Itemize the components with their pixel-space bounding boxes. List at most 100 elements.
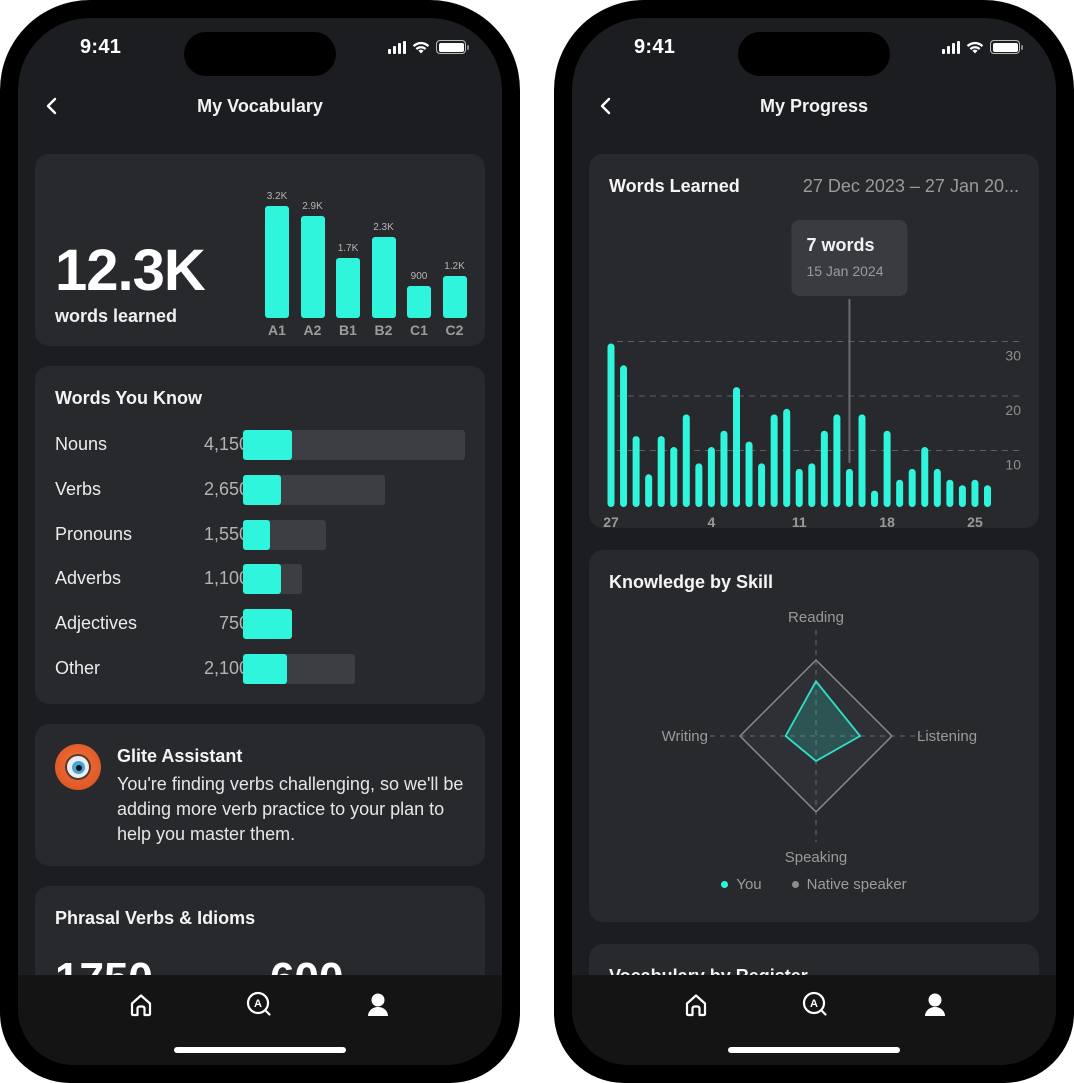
pos-progress-track xyxy=(243,430,465,460)
pos-row-nouns[interactable]: Nouns 4,150 xyxy=(55,430,465,460)
assistant-message: You're finding verbs challenging, so we'… xyxy=(117,774,464,844)
screen: 9:41 My Vocabulary 12.3K words learned 3… xyxy=(18,18,502,1065)
tab-profile[interactable] xyxy=(915,985,955,1025)
wifi-icon xyxy=(412,41,430,53)
pos-progress-fill xyxy=(243,519,270,550)
day-bar-24 xyxy=(958,485,966,507)
nav-bar: My Vocabulary xyxy=(18,88,502,128)
day-bar-15 xyxy=(845,468,853,507)
words-learned-card: 10 20 30 27 4 11 18 25 7 words 15 Jan 2024 Words … xyxy=(589,154,1039,528)
home-indicator[interactable] xyxy=(728,1047,900,1053)
pos-label: Pronouns xyxy=(55,523,133,544)
tab-search[interactable]: A xyxy=(796,985,836,1025)
day-bar-12 xyxy=(808,463,816,507)
pos-label: Other xyxy=(55,658,101,678)
level-bar-value-label: 1.7K xyxy=(337,243,359,254)
legend-dot-icon xyxy=(791,881,799,888)
person-icon xyxy=(925,993,945,1016)
tab-home[interactable] xyxy=(676,985,716,1025)
assistant-avatar-icon xyxy=(55,744,101,790)
level-bar-value-label: 3.2K xyxy=(266,191,288,202)
search-letter-icon: A xyxy=(246,991,271,1016)
day-bar-31 xyxy=(657,436,665,507)
pos-progress-fill xyxy=(243,654,287,684)
pos-label: Adjectives xyxy=(55,613,138,634)
pos-count: 1,100 xyxy=(203,568,249,589)
radar-axis-label-reading: Reading xyxy=(788,609,844,626)
day-bar-14 xyxy=(833,414,841,507)
day-bar-3 xyxy=(695,463,703,507)
pos-progress-track xyxy=(243,609,292,640)
tab-bar: A xyxy=(572,975,1056,1065)
tooltip-date: 15 Jan 2024 xyxy=(806,263,883,279)
total-words-value: 12.3K xyxy=(55,238,206,303)
radar-axis-label-listening: Listening xyxy=(917,728,977,745)
day-bar-26 xyxy=(984,485,991,507)
pos-progress-track xyxy=(243,474,385,505)
level-category-label: B1 xyxy=(339,322,357,338)
pos-label: Verbs xyxy=(55,478,102,499)
knowledge-by-skill-card: Reading Listening Speaking Writing Knowledg… xyxy=(589,550,1039,922)
home-indicator[interactable] xyxy=(174,1047,346,1053)
tab-profile[interactable] xyxy=(358,985,398,1025)
pos-row-adjectives[interactable]: Adjectives 750 xyxy=(55,609,465,640)
x-tick-label: 27 xyxy=(603,514,619,528)
home-icon xyxy=(685,994,707,1017)
level-column-c1: 900 C1 xyxy=(405,168,433,338)
words-you-know-card: Words You Know Nouns 4,150 Verbs 2,650 Prono… xyxy=(35,366,485,704)
pos-progress-fill xyxy=(243,564,281,595)
y-tick-label: 20 xyxy=(1005,402,1021,418)
day-bar-16 xyxy=(858,414,866,507)
pos-progress-track xyxy=(243,519,326,550)
skill-radar-chart: Reading Listening Speaking Writing xyxy=(662,609,977,866)
x-tick-label: 11 xyxy=(792,514,807,528)
phone-vocabulary: 9:41 My Vocabulary 12.3K words learned 3… xyxy=(0,0,520,1083)
day-bar-7 xyxy=(745,441,753,507)
day-bar-23 xyxy=(946,479,954,507)
level-category-label: C2 xyxy=(445,322,464,338)
tab-bar: A xyxy=(18,975,502,1065)
day-bar-21 xyxy=(921,447,929,507)
pos-progress-fill xyxy=(243,609,292,640)
cellular-signal-icon xyxy=(942,40,960,54)
x-tick-label: 18 xyxy=(879,514,895,528)
date-range-selector[interactable]: 27 Dec 2023 – 27 Jan 20... xyxy=(803,176,1019,197)
status-time: 9:41 xyxy=(80,36,122,58)
assistant-card[interactable]: Glite Assistant You're finding verbs cha… xyxy=(35,724,485,866)
pos-count: 4,150 xyxy=(203,434,249,454)
day-bar-2 xyxy=(682,414,690,507)
level-bar-value-label: 1.2K xyxy=(444,261,465,272)
pos-count: 2,100 xyxy=(203,658,249,678)
x-tick-label: 4 xyxy=(708,514,716,528)
words-learned-chart[interactable]: 10 20 30 27 4 11 18 25 7 words 15 Jan 2024 xyxy=(589,154,1039,528)
search-letter-icon: A xyxy=(802,991,827,1016)
day-bar-30 xyxy=(645,474,653,507)
status-time: 9:41 xyxy=(634,36,676,58)
x-tick-label: 25 xyxy=(967,514,983,528)
dynamic-island xyxy=(184,32,336,76)
tab-home[interactable] xyxy=(121,985,161,1025)
level-category-label: C1 xyxy=(410,322,428,338)
person-icon xyxy=(368,993,388,1016)
pos-row-verbs[interactable]: Verbs 2,650 xyxy=(55,474,465,505)
level-column-b1: 1.7K B1 xyxy=(334,168,362,338)
card-title: Words You Know xyxy=(55,388,202,408)
level-bar xyxy=(336,258,360,318)
pos-count: 1,550 xyxy=(203,523,249,544)
tab-search[interactable]: A xyxy=(240,985,280,1025)
pos-row-other[interactable]: Other 2,100 xyxy=(55,654,465,684)
battery-icon xyxy=(436,40,469,54)
day-bar-20 xyxy=(908,468,916,507)
day-bar-8 xyxy=(758,463,766,507)
level-category-label: A2 xyxy=(303,322,322,338)
level-column-a2: 2.9K A2 xyxy=(299,168,327,338)
svg-text:A: A xyxy=(254,998,262,1010)
level-bar xyxy=(371,237,396,318)
pos-row-adverbs[interactable]: Adverbs 1,100 xyxy=(55,564,465,595)
pos-row-pronouns[interactable]: Pronouns 1,550 xyxy=(55,519,465,550)
day-bar-18 xyxy=(883,430,891,507)
tooltip-value: 7 words xyxy=(806,235,874,255)
day-bar-4 xyxy=(707,447,715,507)
level-column-b2: 2.3K B2 xyxy=(370,168,398,338)
words-learned-summary-card: 12.3K words learned 3.2K A1 2.9K A2 1.7K B1 2.… xyxy=(35,154,485,346)
